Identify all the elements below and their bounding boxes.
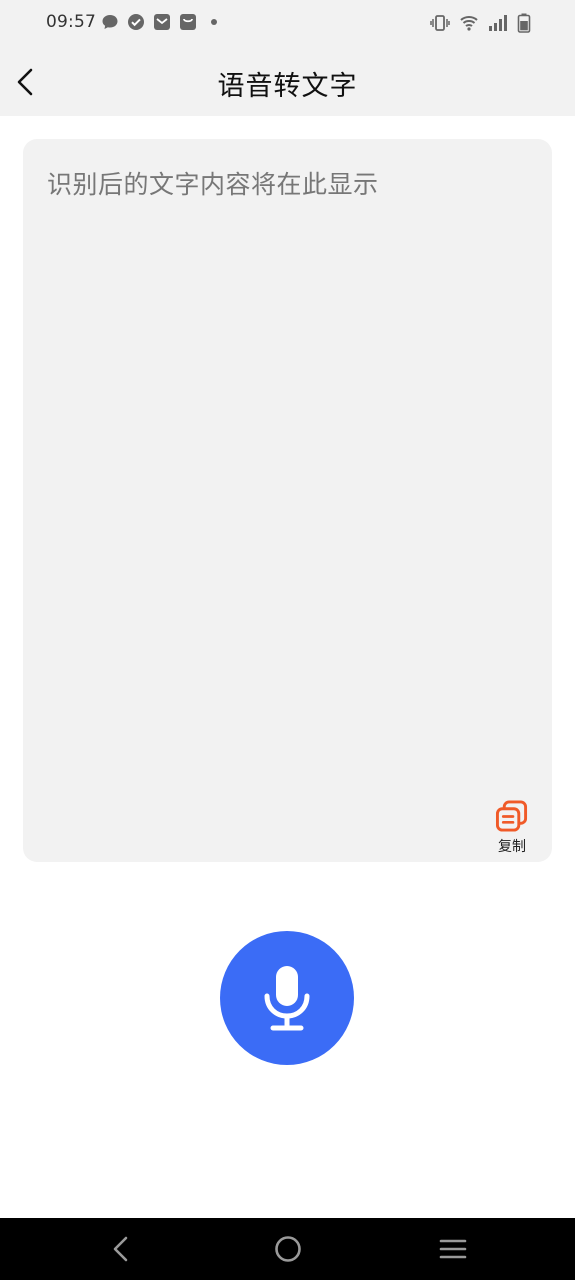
battery-icon	[517, 13, 531, 37]
nav-back-button[interactable]	[103, 1231, 139, 1267]
nav-menu-icon	[439, 1239, 467, 1259]
chat-bubble-icon	[101, 13, 119, 31]
nav-back-icon	[113, 1236, 128, 1262]
dot-icon	[205, 13, 223, 31]
wifi-icon	[459, 14, 479, 36]
signal-icon	[488, 14, 508, 36]
copy-button[interactable]: 复制	[492, 800, 532, 856]
page-title: 语音转文字	[217, 71, 358, 102]
app-bar: 语音转文字	[0, 48, 575, 116]
recognized-text-area[interactable]: 识别后的文字内容将在此显示 复制	[23, 139, 552, 862]
vibrate-icon	[430, 14, 450, 36]
record-mic-button[interactable]	[220, 931, 354, 1065]
back-button[interactable]	[6, 62, 46, 102]
screen: 09:57 语音转文字 识别后的文字内容将在此显示 复制	[0, 0, 575, 1280]
shopping-bag-icon	[179, 13, 197, 31]
mail-icon	[153, 13, 171, 31]
check-circle-icon	[127, 13, 145, 31]
status-time: 09:57	[46, 12, 96, 32]
nav-home-button[interactable]	[270, 1231, 306, 1267]
status-notification-icons	[101, 13, 223, 31]
status-bar: 09:57	[0, 0, 575, 48]
system-nav-bar	[0, 1218, 575, 1280]
nav-home-icon	[275, 1236, 301, 1262]
chevron-left-icon	[17, 68, 33, 96]
copy-icon	[495, 800, 528, 832]
copy-label: 复制	[498, 839, 526, 855]
nav-menu-button[interactable]	[435, 1231, 471, 1267]
recognized-text-placeholder: 识别后的文字内容将在此显示	[47, 170, 379, 199]
microphone-icon	[264, 966, 310, 1031]
status-system-icons	[430, 13, 531, 37]
